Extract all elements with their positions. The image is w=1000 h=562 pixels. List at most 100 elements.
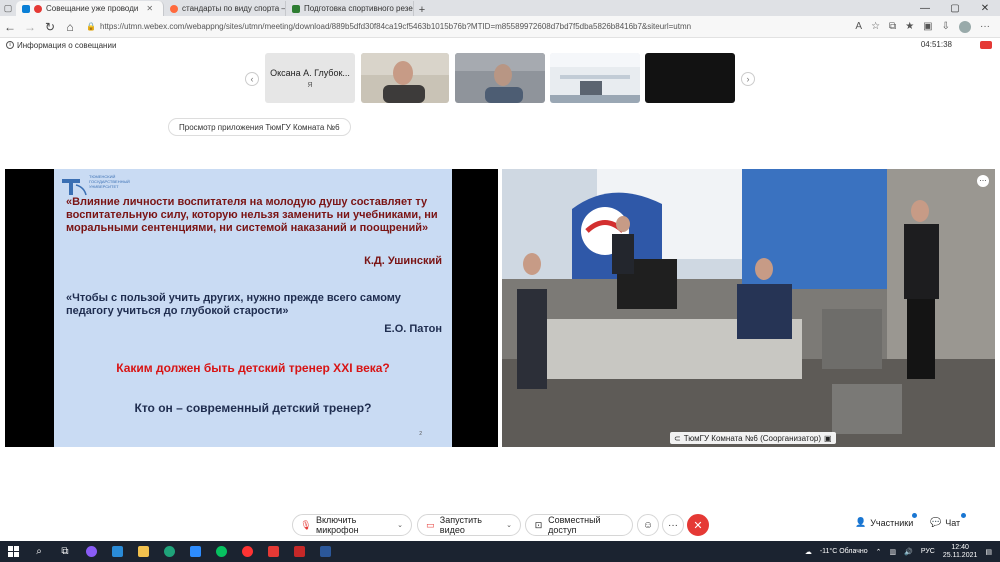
chat-notification-dot xyxy=(961,513,966,518)
active-speaker-video[interactable]: ⋯ ⊂ ТюмГУ Комната №6 (Соорганизатор) ▣ xyxy=(502,169,995,447)
pin-icon: ⊂ xyxy=(674,433,681,443)
yandex-icon[interactable] xyxy=(260,541,286,562)
read-aloud-icon[interactable]: A xyxy=(855,21,862,32)
browser-tab-2[interactable]: стандарты по виду спорта — Я ✕ xyxy=(164,1,286,16)
microphone-muted-icon: 🎙 xyxy=(300,519,312,530)
participants-button[interactable]: 👤 Участники xyxy=(855,517,913,528)
participant-self-label: Я xyxy=(307,81,313,89)
slide-question-2: Кто он – современный детский тренер? xyxy=(134,401,372,415)
tab-actions-icon[interactable]: ▢ xyxy=(0,0,16,16)
alice-assistant-icon[interactable] xyxy=(78,541,104,562)
close-tab-icon[interactable]: ✕ xyxy=(146,4,153,13)
word-icon[interactable] xyxy=(312,541,338,562)
chevron-down-icon[interactable]: ⌄ xyxy=(506,521,512,529)
video-label-text: ТюмГУ Комната №6 (Соорганизатор) xyxy=(683,433,822,443)
site-favicon-icon xyxy=(292,4,300,13)
file-explorer-icon[interactable] xyxy=(130,541,156,562)
clock-time: 12:40 xyxy=(951,543,969,551)
browser-tab-3[interactable]: Подготовка спортивного резе ✕ xyxy=(286,1,414,16)
leave-meeting-button[interactable]: ✕ xyxy=(687,514,709,536)
yandex-browser-icon[interactable] xyxy=(234,541,260,562)
quote-author-paton: Е.О. Патон xyxy=(384,323,442,335)
mute-button[interactable]: 🎙 Включить микрофон ⌄ xyxy=(292,514,412,536)
volume-icon[interactable]: 🔊 xyxy=(904,548,913,556)
more-menu-icon[interactable]: ··· xyxy=(980,21,990,32)
share-button[interactable]: ⊡ Совместный доступ xyxy=(525,514,633,536)
start-video-button[interactable]: ▭ Запустить видео ⌄ xyxy=(417,514,521,536)
participants-notification-dot xyxy=(912,513,917,518)
meeting-timer: 04:51:38 xyxy=(920,40,952,49)
task-view-icon[interactable]: ⧉ xyxy=(52,541,78,562)
quote-ushinsky: «Влияние личности воспитателя на молодую… xyxy=(66,196,438,234)
system-tray: ☁ -11°C Облачно ⌃ ▥ 🔊 РУС 12:40 25.11.20… xyxy=(805,541,1000,562)
forward-icon[interactable]: → xyxy=(20,20,40,34)
screen-share-icon: ▣ xyxy=(824,433,832,443)
chevron-down-icon[interactable]: ⌄ xyxy=(397,521,403,529)
reload-icon[interactable]: ↻ xyxy=(40,20,60,34)
address-bar[interactable]: 🔒 https://utmn.webex.com/webappng/sites/u… xyxy=(86,22,855,31)
lock-icon: 🔒 xyxy=(86,22,96,31)
language-indicator[interactable]: РУС xyxy=(921,548,935,555)
weather-text[interactable]: -11°C Облачно xyxy=(820,548,868,555)
url-text: https://utmn.webex.com/webappng/sites/ut… xyxy=(99,22,692,31)
extensions-icon[interactable]: ⧉ xyxy=(889,21,896,32)
meeting-info-link[interactable]: Информация о совещании xyxy=(17,41,116,50)
university-logo-icon xyxy=(62,179,87,196)
reactions-button[interactable]: ☺ xyxy=(637,514,659,536)
tab-label: стандарты по виду спорта — Я xyxy=(182,4,286,13)
chat-button[interactable]: 💬 Чат xyxy=(930,517,960,528)
shared-content-panel[interactable]: ТЮМЕНСКИЙ ГОСУДАРСТВЕННЫЙ УНИВЕРСИТЕТ «В… xyxy=(5,169,498,447)
thumbnails-prev-icon[interactable]: ‹ xyxy=(245,72,259,86)
windows-start-icon[interactable] xyxy=(0,541,26,562)
participant-thumb-video-4[interactable] xyxy=(645,53,735,103)
profile-avatar[interactable] xyxy=(959,20,971,33)
thumbnails-next-icon[interactable]: › xyxy=(741,72,755,86)
collections-icon[interactable]: ▣ xyxy=(923,21,932,32)
tab-label: Совещание уже проводи xyxy=(46,4,139,13)
show-hidden-icons-icon[interactable]: ⌃ xyxy=(876,548,882,556)
search-icon[interactable]: ⌕ xyxy=(26,541,52,562)
video-options-icon[interactable]: ⋯ xyxy=(977,175,989,187)
participant-thumb-video-1[interactable] xyxy=(361,53,449,103)
recording-indicator-icon xyxy=(980,41,992,49)
app-view-pill[interactable]: Просмотр приложения ТюмГУ Комната №6 xyxy=(168,118,351,136)
home-icon[interactable]: ⌂ xyxy=(60,20,80,34)
close-window-icon[interactable]: ✕ xyxy=(970,0,1000,16)
download-icon[interactable]: ⇩ xyxy=(942,21,950,32)
quote-author-ushinsky: К.Д. Ушинский xyxy=(364,255,442,267)
browser-tab-strip: ▢ Совещание уже проводи ✕ стандарты по в… xyxy=(0,0,1000,16)
participant-thumb-self[interactable]: Оксана А. Глубок... Я xyxy=(265,53,355,103)
browser-tab-1[interactable]: Совещание уже проводи ✕ xyxy=(16,1,164,16)
notifications-icon[interactable]: ▤ xyxy=(985,548,992,556)
weather-icon: ☁ xyxy=(804,548,812,556)
maximize-icon[interactable]: ▢ xyxy=(940,0,970,16)
start-video-label: Запустить видео xyxy=(439,515,482,535)
network-icon[interactable]: ▥ xyxy=(889,548,896,556)
minimize-icon[interactable]: — xyxy=(910,0,940,16)
clock[interactable]: 12:40 25.11.2021 xyxy=(943,544,978,560)
participant-video-3 xyxy=(550,53,640,103)
mail-icon[interactable] xyxy=(104,541,130,562)
slide-question-1: Каким должен быть детский тренер XXI век… xyxy=(116,361,390,375)
more-options-button[interactable]: ··· xyxy=(662,514,684,536)
presentation-slide: ТЮМЕНСКИЙ ГОСУДАРСТВЕННЫЙ УНИВЕРСИТЕТ «В… xyxy=(54,169,452,447)
favorites-icon[interactable]: ★ xyxy=(905,21,914,32)
media-icon[interactable] xyxy=(286,541,312,562)
back-icon[interactable]: ← xyxy=(0,20,20,34)
participant-video-1 xyxy=(361,53,449,103)
participant-thumb-video-2[interactable] xyxy=(455,53,545,103)
webex-icon[interactable] xyxy=(208,541,234,562)
yandex-favicon-icon xyxy=(170,4,178,13)
participant-thumb-video-3[interactable] xyxy=(550,53,640,103)
zoom-icon[interactable] xyxy=(182,541,208,562)
slide-page-number: 2 xyxy=(419,431,422,437)
mute-button-label: Включить микрофон xyxy=(316,515,359,535)
edge-browser-icon[interactable] xyxy=(156,541,182,562)
info-icon[interactable]: i xyxy=(6,41,14,49)
video-name-label: ⊂ ТюмГУ Комната №6 (Соорганизатор) ▣ xyxy=(670,432,836,444)
participant-name: Оксана А. Глубок... xyxy=(270,67,350,78)
favorite-star-icon[interactable]: ☆ xyxy=(871,21,880,32)
tab-label: Подготовка спортивного резе xyxy=(304,4,413,13)
new-tab-button[interactable]: + xyxy=(414,4,430,16)
logo-text: ТЮМЕНСКИЙ ГОСУДАРСТВЕННЫЙ УНИВЕРСИТЕТ xyxy=(89,174,130,189)
